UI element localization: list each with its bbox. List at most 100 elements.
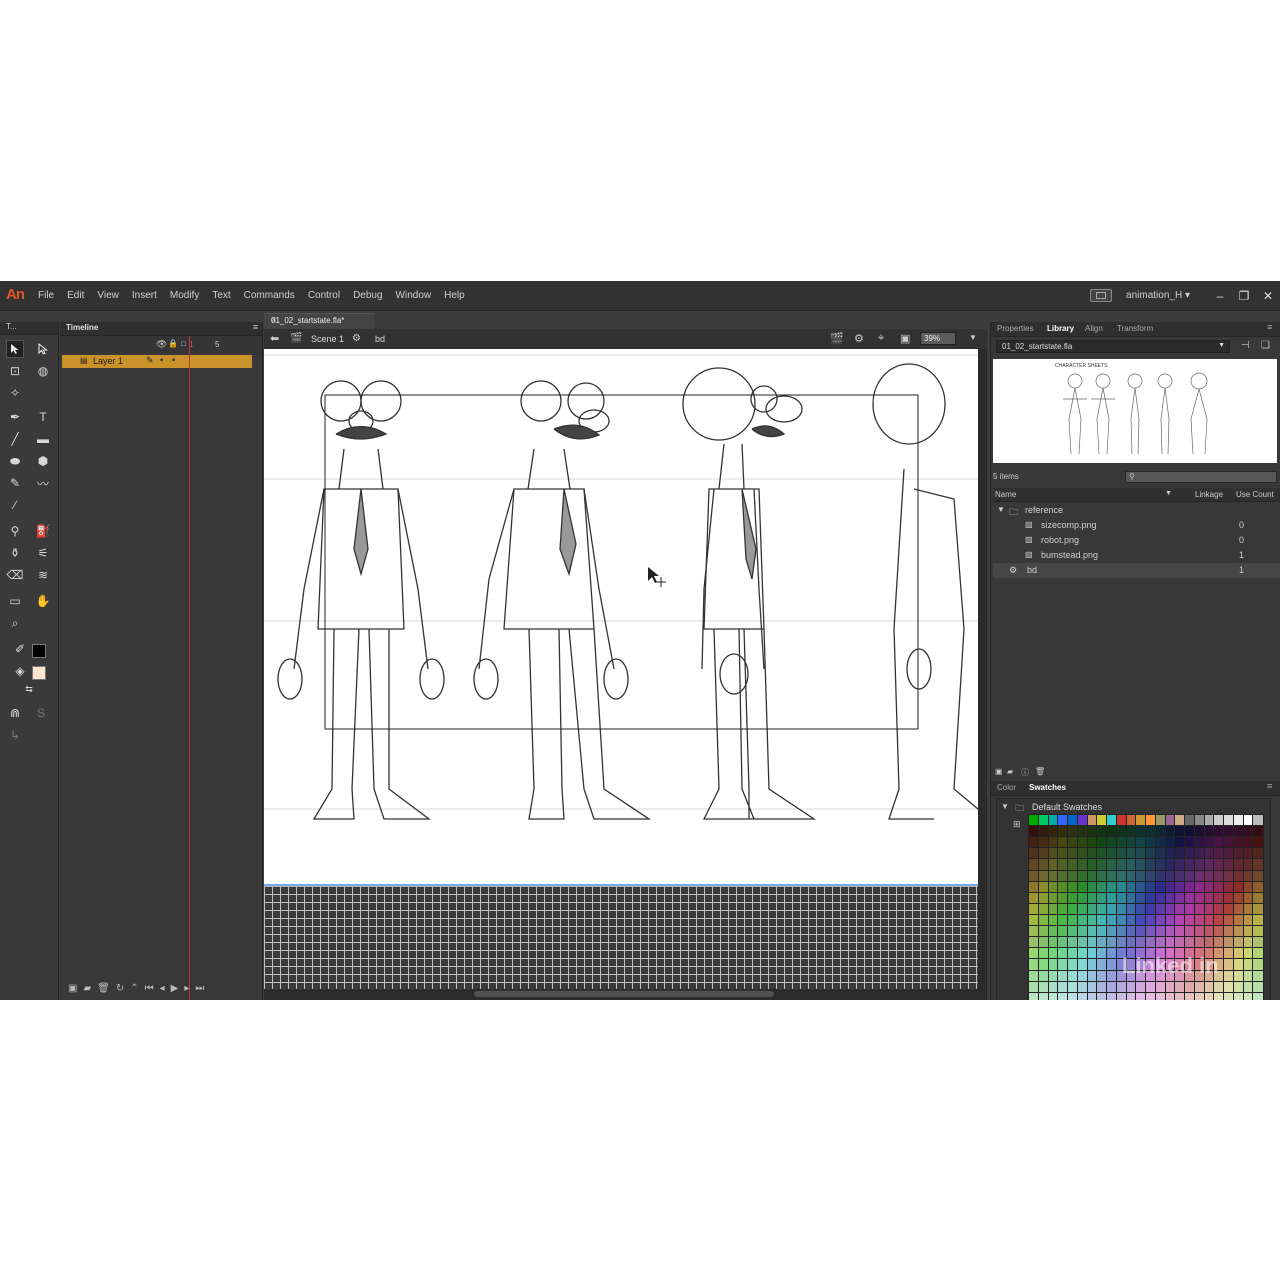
swatch-cell[interactable] bbox=[1076, 858, 1089, 872]
swatch-cell[interactable] bbox=[1076, 936, 1089, 950]
stage-vertical-scrollbar[interactable] bbox=[978, 349, 987, 989]
swatch-cell[interactable] bbox=[1047, 858, 1060, 872]
pin-library-icon[interactable]: ⊣ bbox=[1241, 340, 1250, 351]
swatch-cell[interactable] bbox=[1184, 925, 1196, 939]
new-layer-icon[interactable]: ▣ bbox=[68, 983, 77, 994]
swatch-cell[interactable] bbox=[1203, 913, 1216, 928]
swatch-cell[interactable] bbox=[1096, 880, 1108, 894]
swatch-cell[interactable] bbox=[1203, 902, 1216, 916]
swatch-cell[interactable] bbox=[1242, 836, 1255, 850]
swatch-cell[interactable] bbox=[1242, 980, 1255, 994]
swatch-cell[interactable] bbox=[1154, 880, 1167, 894]
swatch-cell[interactable] bbox=[1115, 902, 1128, 916]
swatch-cell[interactable] bbox=[1184, 936, 1196, 950]
swatch-cell[interactable] bbox=[1164, 836, 1177, 850]
swatch-cell[interactable] bbox=[1037, 847, 1050, 861]
swatch-cell[interactable] bbox=[1184, 913, 1196, 928]
close-window-button[interactable]: ✕ bbox=[1256, 289, 1280, 303]
zoom-tool-icon[interactable]: ⌕ bbox=[6, 614, 24, 632]
tab-align[interactable]: Align bbox=[1085, 324, 1103, 333]
brush-tool-icon[interactable]: 〰 bbox=[34, 474, 52, 492]
swatch-cell[interactable] bbox=[1106, 980, 1118, 994]
swatch-cell[interactable] bbox=[1184, 980, 1196, 994]
new-folder-icon[interactable]: ▰ bbox=[83, 983, 91, 994]
swatch-cell[interactable] bbox=[1076, 980, 1089, 994]
swatch-cell[interactable] bbox=[1057, 858, 1069, 872]
swatch-cell[interactable] bbox=[1242, 869, 1255, 883]
swatch-cell[interactable] bbox=[1232, 925, 1245, 939]
swatch-cell[interactable] bbox=[1145, 936, 1157, 950]
swatch-cell[interactable] bbox=[1242, 880, 1255, 894]
delete-icon[interactable]: 🗑 bbox=[1035, 767, 1045, 776]
swatch-cell[interactable] bbox=[1086, 825, 1099, 839]
swatch-cell[interactable] bbox=[1028, 991, 1040, 1000]
swatch-cell[interactable] bbox=[1184, 836, 1196, 850]
swatch-cell[interactable] bbox=[1242, 925, 1255, 939]
swatch-cell[interactable] bbox=[1193, 847, 1206, 861]
swatch-cell[interactable] bbox=[1096, 813, 1108, 828]
tab-transform[interactable]: Transform bbox=[1117, 324, 1153, 333]
swatch-cell[interactable] bbox=[1086, 813, 1099, 828]
back-arrow-icon[interactable]: ⬅ bbox=[270, 332, 279, 345]
3d-rotation-tool-icon[interactable]: ◍ bbox=[34, 362, 52, 380]
swatch-cell[interactable] bbox=[1047, 991, 1060, 1000]
column-use-count[interactable]: Use Count bbox=[1236, 490, 1274, 499]
menu-text[interactable]: Text bbox=[212, 290, 230, 301]
properties-icon[interactable]: ⓘ bbox=[1021, 767, 1029, 778]
swatch-cell[interactable] bbox=[1047, 925, 1060, 939]
swatch-cell[interactable] bbox=[1057, 880, 1069, 894]
menu-control[interactable]: Control bbox=[308, 290, 340, 301]
swatch-cell[interactable] bbox=[1223, 991, 1235, 1000]
swatch-cell[interactable] bbox=[1096, 958, 1108, 972]
swatch-cell[interactable] bbox=[1028, 880, 1040, 894]
playhead[interactable] bbox=[189, 336, 190, 1000]
swatch-cell[interactable] bbox=[1184, 902, 1196, 916]
swatch-cell[interactable] bbox=[1076, 947, 1089, 961]
eye-icon[interactable]: 👁 bbox=[156, 339, 167, 350]
swatch-cell[interactable] bbox=[1106, 991, 1118, 1000]
swatch-cell[interactable] bbox=[1135, 936, 1147, 950]
swatch-cell[interactable] bbox=[1037, 991, 1050, 1000]
swatch-cell[interactable] bbox=[1028, 936, 1040, 950]
swatch-cell[interactable] bbox=[1154, 902, 1167, 916]
swatch-cell[interactable] bbox=[1174, 825, 1186, 839]
swatch-cell[interactable] bbox=[1203, 858, 1216, 872]
rectangle-tool-icon[interactable]: ▬ bbox=[34, 430, 52, 448]
swatch-cell[interactable] bbox=[1223, 925, 1235, 939]
ink-bottle-tool-icon[interactable]: ⚱ bbox=[6, 544, 24, 562]
swatch-cell[interactable] bbox=[1184, 825, 1196, 839]
workspace-switcher[interactable]: animation_H ▾ bbox=[1126, 290, 1190, 301]
swatch-cell[interactable] bbox=[1057, 813, 1069, 828]
swatch-cell[interactable] bbox=[1028, 969, 1040, 983]
swatch-cell[interactable] bbox=[1115, 813, 1128, 828]
swatch-cell[interactable] bbox=[1067, 947, 1079, 961]
eraser-tool-icon[interactable]: ⌫ bbox=[6, 566, 24, 584]
swatch-cell[interactable] bbox=[1047, 825, 1060, 839]
swatch-cell[interactable] bbox=[1223, 847, 1235, 861]
swatch-cell[interactable] bbox=[1057, 947, 1069, 961]
swatch-cell[interactable] bbox=[1086, 991, 1099, 1000]
swatch-cell[interactable] bbox=[1213, 825, 1225, 839]
swatch-cell[interactable] bbox=[1203, 825, 1216, 839]
swatch-cell[interactable] bbox=[1057, 902, 1069, 916]
swatch-cell[interactable] bbox=[1213, 991, 1225, 1000]
swatch-cell[interactable] bbox=[1057, 925, 1069, 939]
swatch-cell[interactable] bbox=[1193, 858, 1206, 872]
swatch-cell[interactable] bbox=[1037, 869, 1050, 883]
scrollbar-thumb[interactable] bbox=[474, 991, 774, 997]
swatch-cell[interactable] bbox=[1076, 825, 1089, 839]
swatch-cell[interactable] bbox=[1213, 836, 1225, 850]
swatch-cell[interactable] bbox=[1086, 980, 1099, 994]
swatch-cell[interactable] bbox=[1115, 825, 1128, 839]
edit-scene-icon[interactable]: 🎬 bbox=[830, 332, 844, 345]
swatch-cell[interactable] bbox=[1232, 947, 1245, 961]
oval-tool-icon[interactable]: ⬬ bbox=[6, 452, 24, 470]
column-linkage[interactable]: Linkage bbox=[1195, 490, 1223, 499]
swatch-cell[interactable] bbox=[1028, 836, 1040, 850]
swatch-cell[interactable] bbox=[1057, 980, 1069, 994]
swatch-cell[interactable] bbox=[1047, 847, 1060, 861]
swatch-cell[interactable] bbox=[1028, 947, 1040, 961]
swatch-cell[interactable] bbox=[1076, 958, 1089, 972]
swatch-cell[interactable] bbox=[1242, 913, 1255, 928]
swatch-cell[interactable] bbox=[1184, 847, 1196, 861]
